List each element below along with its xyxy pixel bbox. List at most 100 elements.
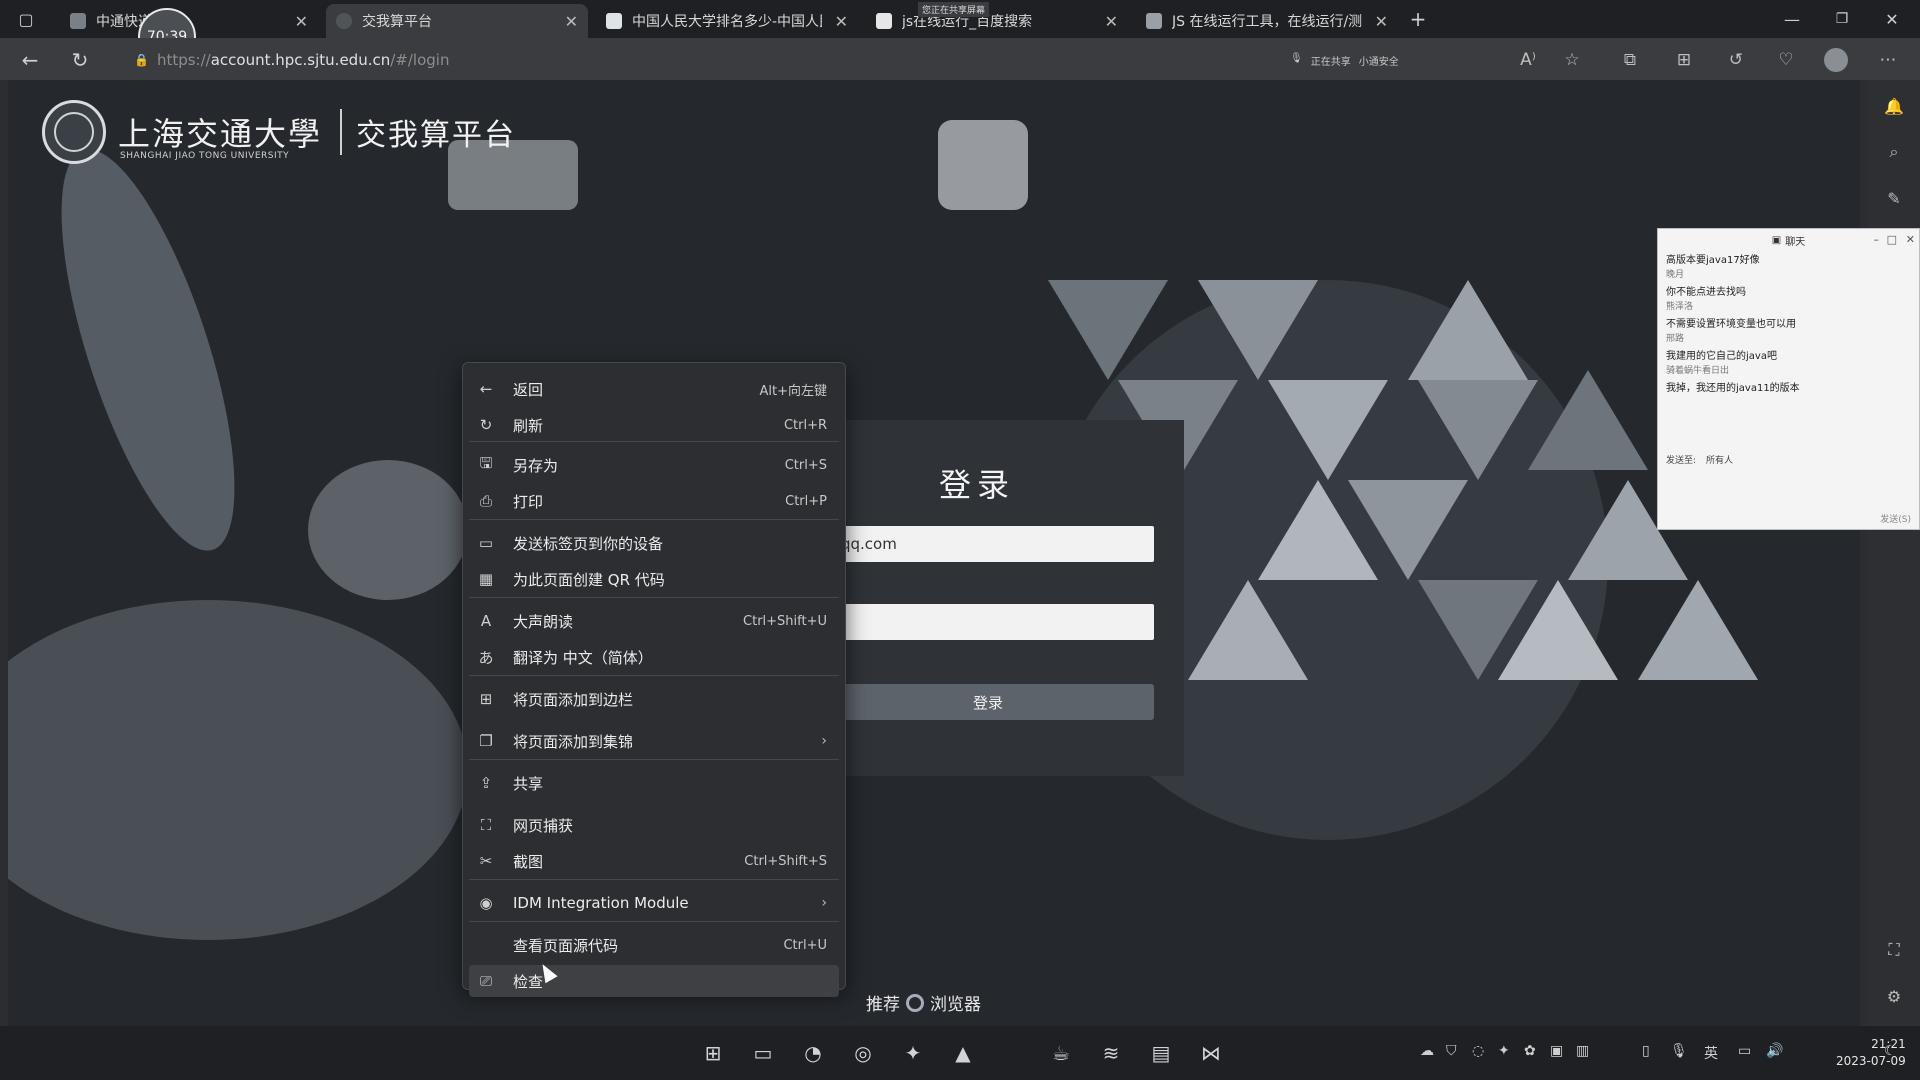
- back-icon[interactable]: ←: [16, 46, 44, 74]
- read-aloud-icon[interactable]: A⁾: [1514, 46, 1542, 74]
- menu-item[interactable]: あ翻译为 中文（简体）: [469, 641, 839, 673]
- url-host: account.hpc.sjtu.edu.cn: [210, 51, 391, 69]
- windows-start-icon[interactable]: ⊞: [698, 1038, 728, 1068]
- tab-js-runner[interactable]: JS 在线运行工具，在线运行/测试 ✕: [1136, 4, 1398, 38]
- network-icon[interactable]: ▭: [1738, 1043, 1751, 1059]
- menu-item-label: 检查: [513, 972, 544, 991]
- menu-item[interactable]: ⎙ 打印 Ctrl+P: [469, 485, 839, 517]
- mic-icon: 🎙: [1290, 53, 1303, 64]
- extensions-icon[interactable]: ⧉: [1616, 46, 1644, 74]
- menu-item[interactable]: ↻ 刷新 Ctrl+R: [469, 409, 839, 441]
- url-field[interactable]: 🔒 https:// account.hpc.sjtu.edu.cn /#/lo…: [134, 45, 1234, 75]
- menu-item-label: 将页面添加到集锦: [513, 732, 634, 751]
- search-icon[interactable]: ⌕: [1880, 138, 1908, 166]
- back-arrow-icon: ←: [479, 380, 493, 398]
- menu-item-shortcut: Ctrl+U: [783, 937, 827, 953]
- menu-item[interactable]: 🖫 另存为 Ctrl+S: [469, 449, 839, 481]
- new-tab-icon[interactable]: +: [1404, 5, 1432, 33]
- close-tab-icon[interactable]: ✕: [1105, 12, 1118, 31]
- tools-icon[interactable]: ✎: [1880, 184, 1908, 212]
- minimize-icon[interactable]: —: [1778, 5, 1806, 33]
- vscode-icon[interactable]: ⋈: [1196, 1038, 1226, 1068]
- close-tab-icon[interactable]: ✕: [1375, 12, 1388, 31]
- collections-icon[interactable]: ⊞: [1670, 46, 1698, 74]
- email-input[interactable]: @qq.com: [822, 526, 1154, 562]
- app-icon[interactable]: ✦: [898, 1038, 928, 1068]
- tray-icon[interactable]: ☁: [1420, 1043, 1434, 1059]
- tray-icon[interactable]: ▥: [1576, 1043, 1589, 1059]
- chat-maximize-icon[interactable]: □: [1887, 233, 1897, 246]
- settings-gear-icon[interactable]: ⚙: [1880, 982, 1908, 1010]
- menu-item[interactable]: ← 返回 Alt+向左键: [469, 373, 839, 405]
- tray-shield-icon[interactable]: ⛉: [1446, 1043, 1457, 1059]
- tab-renda[interactable]: 中国人民大学排名多少-中国人民 ✕: [596, 4, 858, 38]
- tray-icon[interactable]: ◌: [1472, 1043, 1484, 1059]
- close-tab-icon[interactable]: ✕: [565, 12, 578, 31]
- menu-item[interactable]: ⛶ 网页捕获: [469, 809, 839, 841]
- tray-icon[interactable]: ✦: [1498, 1043, 1510, 1059]
- screen-capture-icon[interactable]: ⛶: [1880, 936, 1908, 964]
- login-button[interactable]: 登录: [822, 684, 1154, 720]
- close-tab-icon[interactable]: ✕: [295, 12, 308, 31]
- profile-avatar-icon[interactable]: [1822, 46, 1850, 74]
- menu-item[interactable]: A 大声朗读 Ctrl+Shift+U: [469, 605, 839, 637]
- file-explorer-icon[interactable]: ▭: [748, 1038, 778, 1068]
- restore-icon[interactable]: ❐: [1828, 5, 1856, 33]
- menu-item[interactable]: 查看页面源代码 Ctrl+U: [469, 929, 839, 961]
- menu-item[interactable]: ✂ 截图 Ctrl+Shift+S: [469, 845, 839, 877]
- send-to-select[interactable]: 所有人: [1706, 453, 1733, 466]
- ime-indicator[interactable]: 英: [1704, 1043, 1718, 1063]
- edge-browser-icon[interactable]: ◔: [798, 1038, 828, 1068]
- university-name-cn: 上海交通大學: [118, 115, 323, 153]
- menu-item-shortcut: Ctrl+Shift+S: [744, 853, 827, 869]
- chat-send-button[interactable]: 发送(S): [1880, 512, 1911, 525]
- notification-bell-icon[interactable]: 🔔: [1880, 92, 1908, 120]
- bg-shape: [8, 600, 468, 940]
- menu-item-label: 刷新: [513, 416, 544, 435]
- tray-icon[interactable]: ▣: [1550, 1043, 1563, 1059]
- tab-baidu[interactable]: js在线运行_百度搜索 ✕: [866, 4, 1128, 38]
- menu-item[interactable]: ◉ IDM Integration Module ›: [469, 887, 839, 919]
- health-icon[interactable]: ♡: [1772, 46, 1800, 74]
- menu-item-shortcut: Ctrl+R: [783, 417, 827, 433]
- tab-actions-icon[interactable]: ▢: [12, 5, 40, 33]
- refresh-icon[interactable]: ↻: [66, 46, 94, 74]
- chat-close-icon[interactable]: ✕: [1906, 233, 1915, 246]
- terminal-icon[interactable]: ▤: [1146, 1038, 1176, 1068]
- volume-icon[interactable]: 🔊: [1766, 1043, 1783, 1059]
- address-bar: ← ↻ 🔒 https:// account.hpc.sjtu.edu.cn /…: [0, 38, 1920, 80]
- logo-divider: [340, 109, 343, 155]
- screenshot-icon: ✂: [479, 852, 493, 870]
- tab-platform[interactable]: 交我算平台 ✕: [326, 4, 588, 38]
- app-icon[interactable]: ▲: [948, 1038, 978, 1068]
- menu-item[interactable]: ▦ 为此页面创建 QR 代码: [469, 563, 839, 595]
- menu-item[interactable]: ⇪ 共享: [469, 767, 839, 799]
- chat-send-target: 发送至: 所有人: [1666, 453, 1733, 466]
- context-menu: ← 返回 Alt+向左键 ↻ 刷新 Ctrl+R 🖫 另存为 Ctrl+S ⎙ 打印 Ctrl+P ▭ 发…: [462, 362, 846, 997]
- java-app-icon[interactable]: ☕: [1046, 1038, 1076, 1068]
- favorite-star-icon[interactable]: ☆: [1558, 46, 1586, 74]
- menu-item[interactable]: ⊞ 将页面添加到边栏: [469, 683, 839, 715]
- menu-item[interactable]: ⎚ 检查: [469, 965, 839, 997]
- bg-triangle: [1528, 370, 1648, 470]
- close-window-icon[interactable]: ✕: [1878, 5, 1906, 33]
- history-icon[interactable]: ↺: [1722, 46, 1750, 74]
- app-icon[interactable]: ≋: [1096, 1038, 1126, 1068]
- chat-minimize-icon[interactable]: –: [1874, 233, 1880, 246]
- password-input[interactable]: [822, 604, 1154, 640]
- baidu-icon: [876, 13, 892, 29]
- bg-triangle: [1408, 280, 1528, 380]
- tray-icon[interactable]: ✿: [1524, 1043, 1536, 1059]
- menu-item-label: 查看页面源代码: [513, 936, 619, 955]
- menu-item[interactable]: ❐ 将页面添加到集锦 ›: [469, 725, 839, 757]
- phone-icon[interactable]: ▯: [1642, 1043, 1650, 1059]
- menu-item[interactable]: ▭ 发送标签页到你的设备: [469, 527, 839, 559]
- chrome-taskbar-icon[interactable]: ◎: [848, 1038, 878, 1068]
- menu-separator: [469, 597, 839, 598]
- menu-item-shortcut: Ctrl+P: [785, 493, 827, 509]
- microphone-icon[interactable]: 🎙: [1670, 1043, 1688, 1059]
- add-sidebar-icon: ⊞: [479, 690, 493, 708]
- more-menu-icon[interactable]: ⋯: [1874, 46, 1902, 74]
- notifications-icon[interactable]: ☾: [1884, 1043, 1897, 1059]
- close-tab-icon[interactable]: ✕: [835, 12, 848, 31]
